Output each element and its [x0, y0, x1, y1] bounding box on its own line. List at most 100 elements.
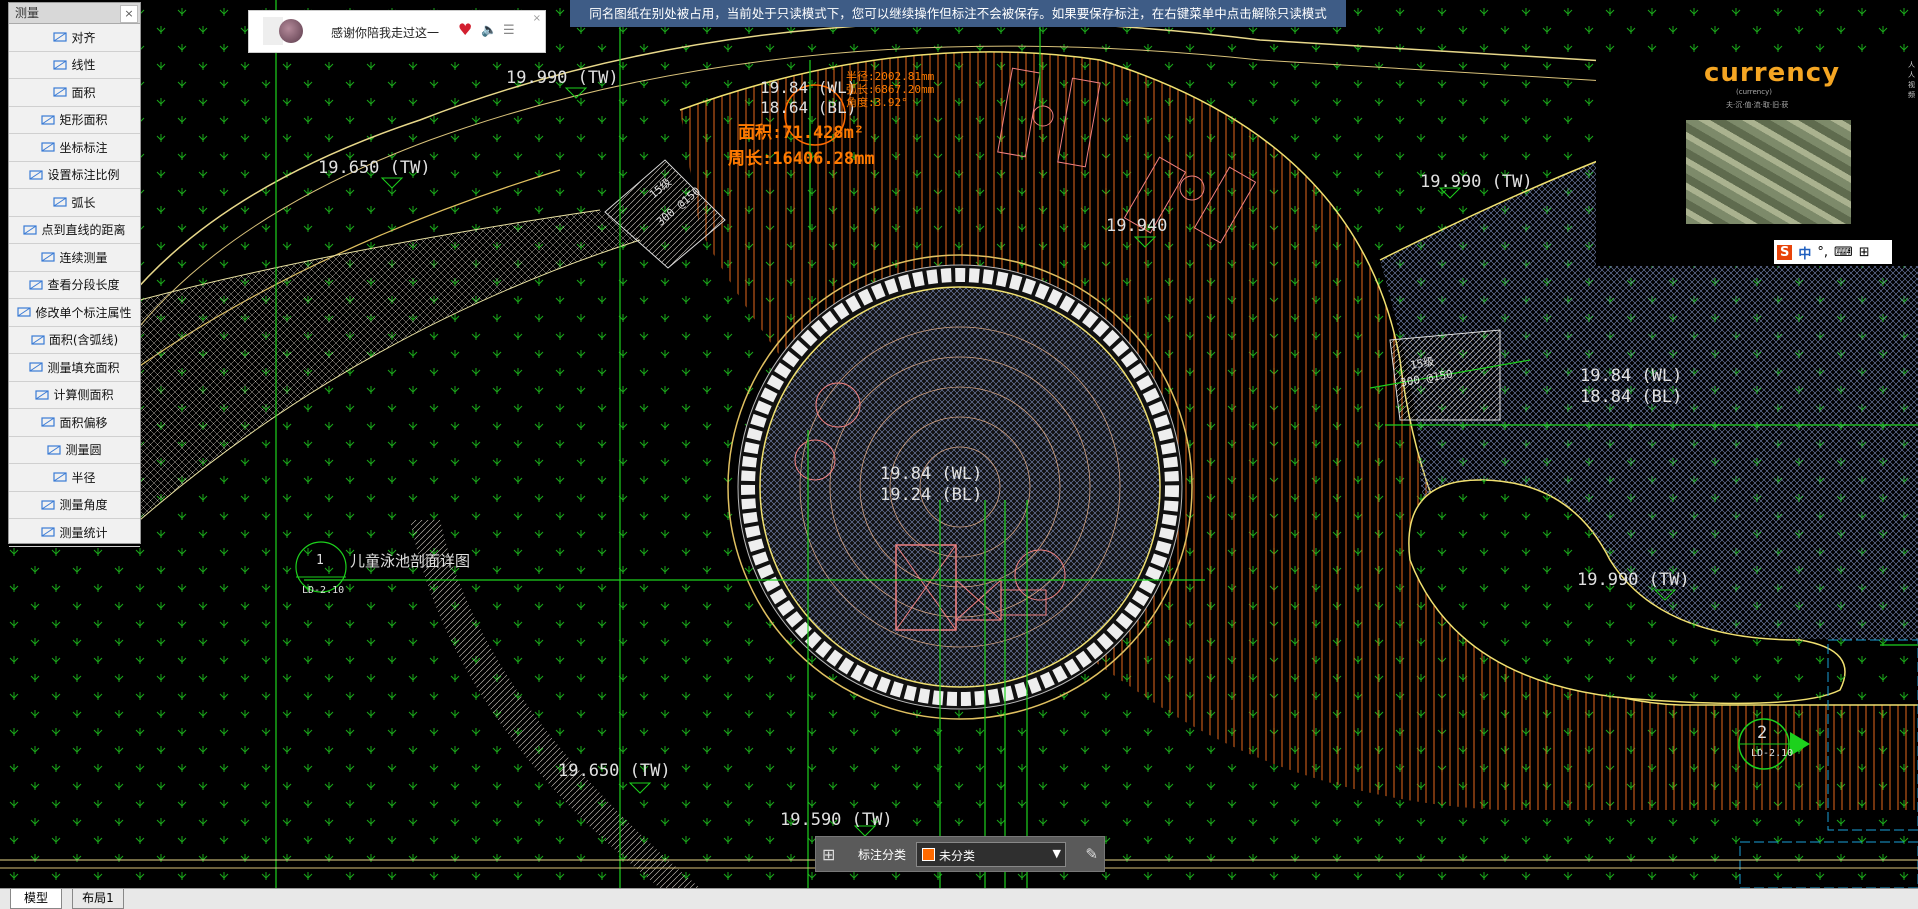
- tool-label: 面积偏移: [59, 415, 108, 430]
- layout-tabs: 模型 布局1: [0, 888, 1918, 909]
- edit-annotation-icon: [17, 306, 32, 318]
- statistics-icon: [41, 526, 56, 538]
- ime-language-toggle[interactable]: 中: [1798, 243, 1811, 262]
- close-icon[interactable]: ×: [533, 13, 541, 24]
- tool-button[interactable]: 线性: [9, 52, 140, 79]
- tool-button[interactable]: 设置标注比例: [9, 162, 140, 189]
- segment-icon: [29, 279, 44, 291]
- tool-button[interactable]: 坐标标注: [9, 134, 140, 162]
- tool-label: 测量角度: [59, 498, 108, 513]
- tool-list: 对齐线性面积矩形面积坐标标注设置标注比例 弧长点到直线的距离连续测量查看分段长度修…: [9, 24, 140, 547]
- ad-title: currency: [1704, 58, 1841, 88]
- tool-label: 弧长: [71, 195, 96, 210]
- tool-label: 矩形面积: [59, 113, 108, 128]
- grid-icon[interactable]: ⊞: [822, 845, 835, 864]
- ime-punctuation-toggle[interactable]: °,: [1817, 245, 1828, 260]
- chevron-down-icon: ▼: [1052, 847, 1061, 860]
- measure-panel: 测量 × 对齐线性面积矩形面积坐标标注设置标注比例 弧长点到直线的距离连续测量查看…: [8, 2, 141, 547]
- tool-label: 面积: [71, 85, 96, 100]
- tool-label: 测量填充面积: [47, 360, 120, 375]
- scale-icon: [29, 169, 44, 181]
- tool-button[interactable]: 计算侧面积: [9, 382, 140, 409]
- measure-perimeter-label: 周长:16406.28mm: [728, 149, 875, 169]
- ime-toolbar[interactable]: S 中 °, ⌨ ⊞: [1774, 240, 1892, 264]
- tool-button[interactable]: 修改单个标注属性: [9, 299, 140, 327]
- elevation-label-tw: 19.990 (TW): [1577, 570, 1690, 590]
- heart-icon[interactable]: ♥: [458, 22, 472, 38]
- hatch-area-icon: [29, 361, 44, 373]
- tab-layout1[interactable]: 布局1: [72, 889, 124, 909]
- tool-label: 设置标注比例: [47, 168, 120, 183]
- tool-button[interactable]: 对齐: [9, 24, 140, 52]
- ime-logo-icon: S: [1777, 244, 1793, 260]
- color-swatch: [922, 848, 935, 861]
- circle-icon: [47, 444, 62, 456]
- tool-label: 点到直线的距离: [41, 223, 126, 238]
- bottom-level-label: 19.24 (BL): [880, 485, 983, 505]
- tab-model[interactable]: 模型: [10, 889, 62, 909]
- panel-title: 测量: [15, 6, 40, 20]
- tool-button[interactable]: 测量统计: [9, 519, 140, 547]
- tool-label: 查看分段长度: [47, 278, 120, 293]
- tool-button[interactable]: 测量填充面积: [9, 354, 140, 382]
- tool-button[interactable]: 查看分段长度: [9, 272, 140, 299]
- elevation-label-tw: 19.650 (TW): [558, 761, 671, 781]
- coordinate-icon: [41, 141, 56, 153]
- measure-area-label: 面积:71.428m²: [738, 123, 865, 143]
- measure-detail-label: 角度:3.92°: [846, 96, 908, 109]
- annotation-category-value: 未分类: [939, 849, 976, 863]
- water-level-label: 19.84 (WL): [1580, 366, 1683, 386]
- keyboard-icon[interactable]: ⌨: [1834, 245, 1853, 260]
- elevation-label-tw: 19.990 (TW): [506, 68, 619, 88]
- music-player[interactable]: 感谢你陪我走过这一 ♥ 🔈 ☰ ×: [248, 10, 546, 53]
- close-icon[interactable]: ×: [120, 5, 138, 23]
- tool-button[interactable]: 测量角度: [9, 492, 140, 519]
- section-number: 2: [1757, 723, 1768, 743]
- tool-button[interactable]: 面积(含弧线): [9, 327, 140, 354]
- annotation-category-select[interactable]: 未分类 ▼: [916, 842, 1066, 867]
- edit-icon[interactable]: ✎: [1085, 845, 1098, 863]
- tool-label: 坐标标注: [59, 140, 108, 155]
- avatar: [279, 19, 303, 43]
- tool-label: 对齐: [71, 30, 96, 45]
- tool-button[interactable]: 面积偏移: [9, 409, 140, 437]
- linear-icon: [53, 59, 68, 71]
- annotation-category-label: 标注分类: [858, 848, 907, 862]
- panel-header: 测量 ×: [9, 3, 140, 24]
- tool-button[interactable]: 半径: [9, 464, 140, 492]
- bottom-level-label: 18.64 (BL): [760, 98, 857, 117]
- bottom-level-label: 18.84 (BL): [1580, 387, 1683, 407]
- tool-label: 计算侧面积: [53, 388, 114, 403]
- tool-button[interactable]: 弧长: [9, 189, 140, 217]
- continuous-icon: [41, 251, 56, 263]
- menu-icon[interactable]: ⊞: [1859, 245, 1870, 260]
- arc-icon: [53, 196, 68, 208]
- section-title: 儿童泳池剖面详图: [350, 552, 471, 570]
- ad-subtitle: 夫·沉·值·流·取·旧·获: [1726, 101, 1789, 109]
- song-title: 感谢你陪我走过这一: [331, 26, 440, 40]
- tool-button[interactable]: 面积: [9, 79, 140, 107]
- tool-button[interactable]: 连续测量: [9, 244, 140, 272]
- angle-icon: [41, 499, 56, 511]
- playlist-icon[interactable]: ☰: [503, 23, 515, 38]
- tool-button[interactable]: 点到直线的距离: [9, 217, 140, 244]
- tool-label: 线性: [71, 58, 96, 73]
- tool-button[interactable]: 测量圆: [9, 437, 140, 464]
- volume-icon[interactable]: 🔈: [481, 23, 497, 38]
- section-reference: LD-2.10: [1751, 748, 1794, 759]
- water-level-label: 19.84 (WL): [760, 78, 857, 97]
- rect-area-icon: [41, 114, 56, 126]
- align-icon: [53, 31, 68, 43]
- ad-overlay[interactable]: currency 人人视频 (currency) 夫·沉·值·流·取·旧·获: [1596, 58, 1918, 266]
- side-area-icon: [35, 389, 50, 401]
- area-offset-icon: [41, 416, 56, 428]
- tool-label: 测量统计: [59, 525, 108, 540]
- area-icon: [53, 86, 68, 98]
- arc-area-icon: [31, 334, 45, 346]
- readonly-notice: 同名图纸在别处被占用，当前处于只读模式下，您可以继续操作但标注不会被保存。如果要…: [570, 0, 1346, 27]
- radius-icon: [53, 471, 68, 483]
- tool-button[interactable]: 矩形面积: [9, 107, 140, 134]
- section-number: 1: [316, 553, 324, 568]
- ad-tagline: (currency): [1736, 88, 1772, 96]
- water-level-label: 19.84 (WL): [880, 464, 983, 484]
